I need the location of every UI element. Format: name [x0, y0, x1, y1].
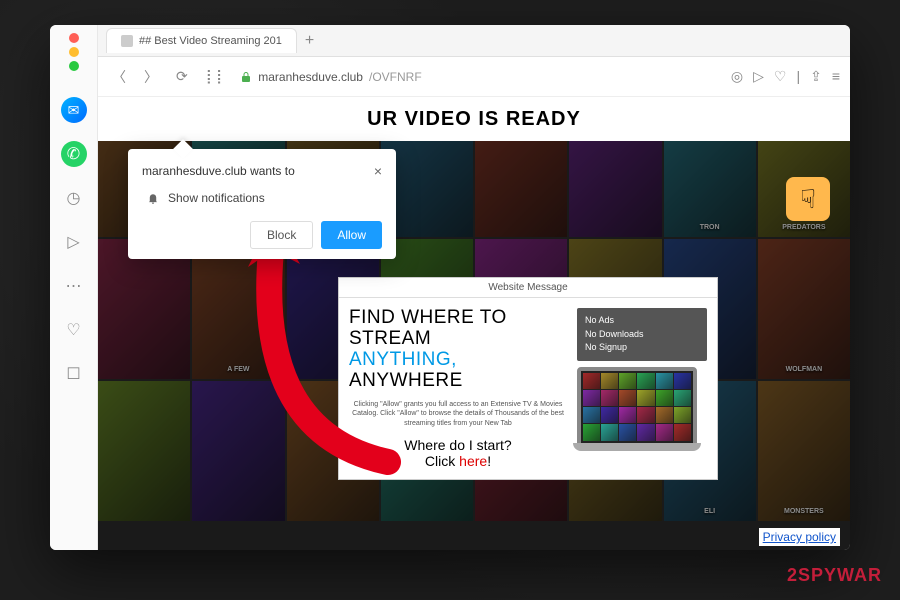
send-icon[interactable]: ▷	[61, 229, 87, 255]
title-highlight: ANYTHING,	[349, 349, 457, 370]
address-path: /OVFNRF	[369, 70, 422, 84]
cta-here-link[interactable]: here	[459, 453, 487, 469]
cta-line-1: Where do I start?	[404, 437, 511, 453]
watermark: 2SPYWAR	[787, 565, 882, 586]
privacy-policy-link[interactable]: Privacy policy	[759, 528, 840, 546]
banner-text: UR VIDEO IS READY	[367, 108, 581, 131]
history-icon[interactable]: ◷	[61, 185, 87, 211]
camera-icon[interactable]: ☐	[61, 361, 87, 387]
watermark-text: SPYWAR	[798, 565, 882, 585]
pointer-hand-icon: ☟	[786, 177, 830, 221]
badge-no-signup: No Signup	[585, 341, 699, 355]
dialog-description: Clicking "Allow" grants you full access …	[349, 400, 567, 429]
dialog-cta: Where do I start? Click here!	[349, 437, 567, 469]
website-message-dialog: Website Message FIND WHERE TO STREAM ANY…	[338, 277, 718, 480]
toolbar-actions: ◎ ▷ ♡ | ⇪ ≡	[731, 68, 840, 85]
share-icon[interactable]: ⇪	[810, 68, 822, 85]
tab-bar: ## Best Video Streaming 201 +	[98, 25, 850, 57]
movie-poster	[758, 381, 850, 521]
back-button[interactable]: 〈	[108, 63, 130, 91]
movie-poster	[98, 381, 190, 521]
address-host: maranhesduve.club	[258, 70, 363, 84]
feature-badges: No Ads No Downloads No Signup	[577, 308, 707, 361]
page-viewport: UR VIDEO IS READY ☟ maranhesduve.club wa…	[98, 97, 850, 550]
block-button[interactable]: Block	[250, 221, 313, 249]
notification-origin: maranhesduve.club wants to	[142, 164, 295, 178]
snapshot-icon[interactable]: ◎	[731, 68, 743, 85]
notification-text: Show notifications	[168, 191, 265, 205]
notification-permission-popup: maranhesduve.club wants to × Show notifi…	[128, 149, 396, 259]
reload-button[interactable]: ⟳	[172, 64, 192, 89]
menu-icon[interactable]: ≡	[832, 68, 840, 85]
cta-prefix: Click	[425, 453, 459, 469]
video-ready-banner: UR VIDEO IS READY	[98, 97, 850, 141]
cta-suffix: !	[487, 453, 491, 469]
title-line-2: ANYWHERE	[349, 370, 463, 391]
address-bar[interactable]: maranhesduve.club/OVFNRF	[240, 70, 721, 84]
heart-icon[interactable]: ♡	[61, 317, 87, 343]
favorite-icon[interactable]: ♡	[774, 68, 787, 85]
dialog-header: Website Message	[339, 278, 717, 298]
movie-poster	[192, 381, 284, 521]
lock-icon	[240, 71, 252, 83]
bookmark-icon[interactable]: ▷	[753, 68, 764, 85]
window-controls	[69, 33, 79, 71]
maximize-window-icon[interactable]	[69, 61, 79, 71]
movie-poster	[192, 239, 284, 379]
toolbar: 〈 〉 ⟳ ⡇⡇ maranhesduve.club/OVFNRF ◎ ▷ ♡ …	[98, 57, 850, 97]
new-tab-button[interactable]: +	[305, 32, 314, 50]
movie-poster	[758, 239, 850, 379]
close-icon[interactable]: ×	[374, 163, 382, 179]
separator-icon: ⋯	[61, 273, 87, 299]
minimize-window-icon[interactable]	[69, 47, 79, 57]
whatsapp-icon[interactable]: ✆	[61, 141, 87, 167]
movie-poster	[98, 239, 190, 379]
badge-no-ads: No Ads	[585, 314, 699, 328]
tab-title: ## Best Video Streaming 201	[139, 35, 282, 47]
forward-button[interactable]: 〉	[140, 63, 162, 91]
browser-window: ✉ ✆ ◷ ▷ ⋯ ♡ ☐ ## Best Video Streaming 20…	[50, 25, 850, 550]
bell-icon	[146, 191, 160, 205]
divider-icon: |	[796, 68, 800, 85]
laptop-graphic	[577, 367, 697, 447]
title-line-1: FIND WHERE TO STREAM	[349, 307, 507, 349]
browser-sidebar: ✉ ✆ ◷ ▷ ⋯ ♡ ☐	[50, 25, 98, 550]
allow-button[interactable]: Allow	[321, 221, 382, 249]
messenger-icon[interactable]: ✉	[61, 97, 87, 123]
browser-main: ## Best Video Streaming 201 + 〈 〉 ⟳ ⡇⡇ m…	[98, 25, 850, 550]
apps-button[interactable]: ⡇⡇	[202, 64, 231, 89]
close-window-icon[interactable]	[69, 33, 79, 43]
badge-no-downloads: No Downloads	[585, 328, 699, 342]
active-tab[interactable]: ## Best Video Streaming 201	[106, 28, 297, 53]
dialog-title: FIND WHERE TO STREAM ANYTHING, ANYWHERE	[349, 308, 567, 392]
tab-favicon-icon	[121, 35, 133, 47]
